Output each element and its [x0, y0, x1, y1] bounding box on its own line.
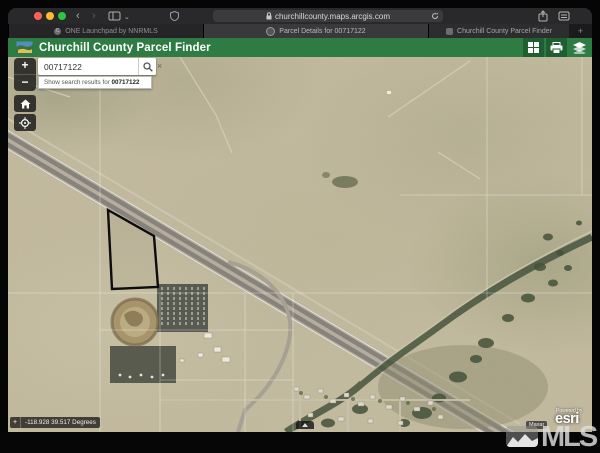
- tab-favicon: [446, 28, 453, 35]
- page-title: Churchill County Parcel Finder: [39, 42, 211, 54]
- zoom-out-button[interactable]: −: [14, 75, 36, 91]
- search-button[interactable]: [138, 58, 156, 75]
- map-graphics: [8, 57, 592, 432]
- map-canvas[interactable]: + − ×: [8, 57, 592, 432]
- tab-label: Parcel Details for 00717122: [279, 28, 365, 35]
- app-header: Churchill County Parcel Finder: [8, 38, 592, 57]
- tab-parcel-finder[interactable]: Churchill County Parcel Finder: [428, 24, 569, 38]
- tab-favicon: [266, 27, 275, 36]
- tab-one-launchpad[interactable]: C ONE Launchpad by NNRMLS: [8, 24, 203, 38]
- mls-watermark-text: MLS: [541, 425, 596, 449]
- print-button[interactable]: [546, 38, 567, 57]
- new-tab-button[interactable]: +: [569, 24, 592, 38]
- url-bar[interactable]: churchillcounty.maps.arcgis.com: [213, 10, 443, 22]
- attribution-expander[interactable]: [296, 421, 314, 429]
- minimize-window-button[interactable]: [46, 12, 54, 20]
- shield-extension-icon[interactable]: [170, 11, 179, 21]
- layers-icon: [573, 42, 586, 54]
- coordinates-text: -118.928 39.517 Degrees: [21, 419, 100, 426]
- churchill-county-logo: [16, 41, 33, 54]
- sidebar-chevron-icon[interactable]: ⌄: [124, 11, 130, 25]
- suggestion-term: 00717122: [112, 79, 140, 86]
- clear-search-icon[interactable]: ×: [157, 62, 162, 71]
- crosshair-icon[interactable]: +: [10, 417, 21, 428]
- tab-label: Churchill County Parcel Finder: [457, 28, 552, 35]
- mls-watermark: MLS: [506, 423, 600, 450]
- gravel-pit: [112, 299, 158, 345]
- home-icon: [20, 99, 31, 109]
- tab-overview-icon[interactable]: [558, 11, 570, 21]
- mountain-icon: [506, 433, 538, 447]
- coordinates-widget: + -118.928 39.517 Degrees: [10, 417, 100, 428]
- caret-up-icon: [302, 423, 308, 427]
- browser-window: ‹ › ⌄ churchillcounty.maps.arcgis.com: [8, 8, 592, 432]
- tab-parcel-details[interactable]: Parcel Details for 00717122: [203, 24, 428, 38]
- zoom-window-button[interactable]: [58, 12, 66, 20]
- share-icon[interactable]: [538, 10, 548, 22]
- back-button[interactable]: ‹: [76, 9, 80, 23]
- refresh-icon[interactable]: [431, 12, 439, 20]
- printer-icon: [550, 42, 563, 54]
- home-extent-button[interactable]: [14, 95, 36, 112]
- layers-button[interactable]: [569, 38, 590, 57]
- mls-mountain-logo: [506, 426, 538, 447]
- tab-bar: C ONE Launchpad by NNRMLS Parcel Details…: [8, 24, 592, 38]
- search-icon: [143, 62, 153, 72]
- tab-label: ONE Launchpad by NNRMLS: [65, 28, 158, 35]
- locate-crosshair-icon: [19, 117, 31, 129]
- search-widget: ×: [38, 58, 156, 75]
- zoom-controls: + −: [14, 58, 36, 91]
- tab-favicon: C: [54, 28, 61, 35]
- search-suggestion[interactable]: Show search results for 00717122: [38, 76, 152, 89]
- url-text: churchillcounty.maps.arcgis.com: [275, 12, 390, 21]
- sidebar-icon[interactable]: [108, 11, 121, 21]
- locate-button[interactable]: [14, 114, 36, 131]
- forward-button[interactable]: ›: [92, 9, 96, 23]
- close-window-button[interactable]: [34, 12, 42, 20]
- search-input[interactable]: [38, 58, 138, 75]
- browser-titlebar: ‹ › ⌄ churchillcounty.maps.arcgis.com: [8, 8, 592, 24]
- basemap-grid-icon: [528, 42, 539, 53]
- lock-icon: [266, 12, 272, 20]
- zoom-in-button[interactable]: +: [14, 58, 36, 75]
- basemap-gallery-button[interactable]: [523, 38, 544, 57]
- suggestion-prefix: Show search results for: [44, 79, 112, 86]
